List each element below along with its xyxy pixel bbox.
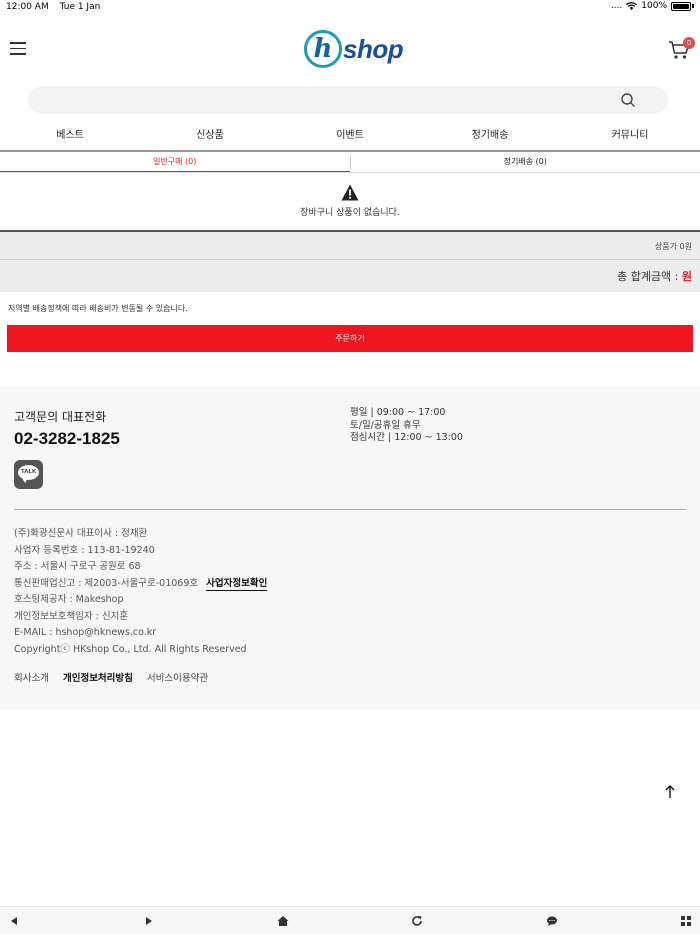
cart-count-badge: 0 xyxy=(683,37,695,49)
scroll-top-icon[interactable] xyxy=(662,784,678,800)
subtotal: 상품가 0원 xyxy=(654,242,692,251)
menu-icon[interactable] xyxy=(10,42,26,56)
search-icon[interactable] xyxy=(620,92,636,108)
status-bar: 12:00 AM Tue 1 Jan .... 100% xyxy=(0,0,700,14)
company-info: (주)화광신문사 대표이사 : 정재환 사업자 등록번호 : 113-81-19… xyxy=(14,526,268,658)
total-label: 총 합계금액 : xyxy=(617,270,682,283)
company-line: 사업자 등록번호 : 113-81-19240 xyxy=(14,544,155,556)
cart-tabs: 일반구매 (0) 정기배송 (0) xyxy=(0,152,700,173)
order-button[interactable]: 주문하기 xyxy=(7,325,693,352)
empty-cart-message: 장바구니 상품이 없습니다. xyxy=(300,208,400,218)
kakao-talk-icon[interactable]: TALK xyxy=(14,460,43,489)
forward-icon[interactable] xyxy=(143,915,155,927)
hshop-logo[interactable]: h shop xyxy=(304,29,404,69)
status-time: 12:00 AM xyxy=(6,2,49,12)
search-bar xyxy=(28,86,668,114)
nav-item-new[interactable]: 신상품 xyxy=(140,124,280,150)
main-nav: 베스트 신상품 이벤트 정기배송 커뮤니티 xyxy=(0,124,700,150)
status-date: Tue 1 Jan xyxy=(59,2,101,12)
company-line: (주)화광신문사 대표이사 : 정재환 xyxy=(14,528,148,539)
company-line: E-MAIL : hshop@hknews.co.kr xyxy=(14,627,157,638)
company-line: 주소 : 서울시 구로구 공원로 68 xyxy=(14,561,141,572)
nav-item-event[interactable]: 이벤트 xyxy=(280,124,420,150)
battery-percent: 100% xyxy=(641,1,667,11)
cart-summary: 상품가 0원 총 합계금액 : 원 xyxy=(0,230,700,292)
copyright: Copyrightⓒ HKshop Co., Ltd. All Rights R… xyxy=(14,643,247,655)
company-line: 개인정보보호책임자 : 신지훈 xyxy=(14,610,129,622)
footer-link-privacy[interactable]: 개인정보처리방침 xyxy=(63,670,133,684)
footer-link-about[interactable]: 회사소개 xyxy=(14,670,49,684)
chat-icon[interactable] xyxy=(546,915,558,927)
biz-info-link[interactable]: 사업자정보확인 xyxy=(206,577,268,591)
cs-title: 고객문의 대표전화 xyxy=(14,410,107,424)
total-value: 원 xyxy=(681,270,692,283)
signal-dots: .... xyxy=(610,1,623,11)
home-icon[interactable] xyxy=(277,915,289,927)
empty-cart: 장바구니 상품이 없습니다. xyxy=(0,184,700,218)
hours-lunch: 점심시간 | 12:00 ~ 13:00 xyxy=(350,432,463,443)
logo-mark: h xyxy=(304,30,342,68)
nav-item-community[interactable]: 커뮤니티 xyxy=(560,124,700,150)
warning-icon xyxy=(341,184,359,201)
tab-general-purchase[interactable]: 일반구매 (0) xyxy=(0,152,350,172)
tab-subscription-delivery[interactable]: 정기배송 (0) xyxy=(351,152,700,172)
nav-item-best[interactable]: 베스트 xyxy=(0,124,140,150)
wifi-icon xyxy=(626,1,638,10)
business-hours: 평일 | 09:00 ~ 17:00 토/일/공휴일 휴무 점심시간 | 12:… xyxy=(350,407,463,445)
footer: 고객문의 대표전화 02-3282-1825 평일 | 09:00 ~ 17:0… xyxy=(0,387,700,709)
back-icon[interactable] xyxy=(8,915,20,927)
company-line: 통신판매업신고 : 제2003-서울구로-01069호 xyxy=(14,577,199,589)
footer-link-terms[interactable]: 서비스이용약관 xyxy=(147,670,208,684)
company-line: 호스팅제공자 : Makeshop xyxy=(14,594,124,605)
header: h shop 0 xyxy=(0,22,700,80)
hours-weekend: 토/일/공휴일 휴무 xyxy=(350,419,421,431)
nav-item-subscription[interactable]: 정기배송 xyxy=(420,124,560,150)
shipping-notice: 지역별 배송정책에 따라 배송비가 변동될 수 있습니다. xyxy=(8,304,188,313)
logo-text: shop xyxy=(343,33,404,64)
battery-icon xyxy=(671,1,691,11)
footer-links: 회사소개 개인정보처리방침 서비스이용약관 xyxy=(14,670,208,684)
hours-weekday: 평일 | 09:00 ~ 17:00 xyxy=(350,407,446,418)
grid-menu-icon[interactable] xyxy=(680,915,692,927)
total-amount: 총 합계금액 : 원 xyxy=(617,268,692,284)
search-input[interactable] xyxy=(44,90,614,110)
cs-phone[interactable]: 02-3282-1825 xyxy=(14,429,120,449)
refresh-icon[interactable] xyxy=(411,915,423,927)
browser-toolbar xyxy=(0,906,700,934)
